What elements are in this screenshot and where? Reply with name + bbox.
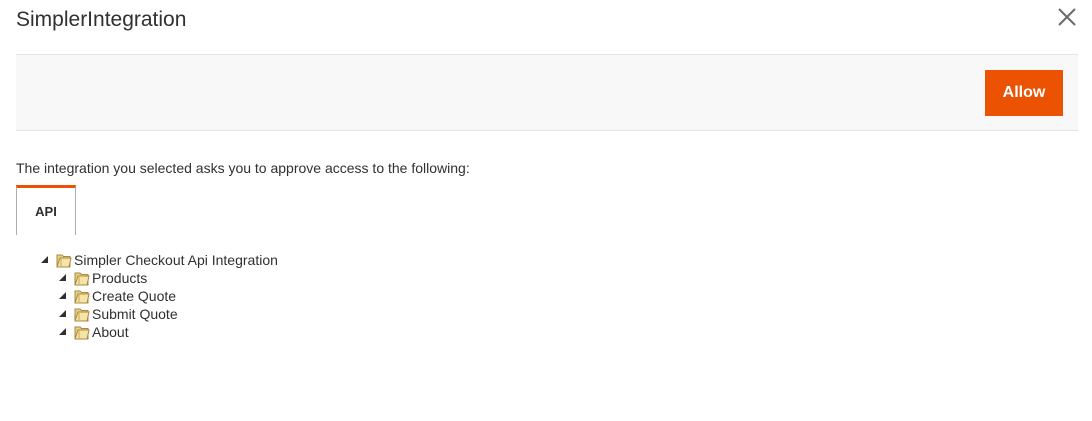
expand-toggle-icon[interactable] [58, 269, 70, 287]
tree-node-about[interactable]: About [58, 323, 278, 341]
tree-node-label: Create Quote [92, 288, 177, 304]
tree-node-products[interactable]: Products [58, 269, 278, 287]
tree-node-create-quote[interactable]: Create Quote [58, 287, 278, 305]
tree-node-label: Simpler Checkout Api Integration [74, 252, 278, 268]
resource-tree: Simpler Checkout Api Integration Product… [40, 251, 278, 341]
tree-node-label: About [92, 324, 129, 340]
folder-icon [74, 305, 91, 323]
tree-node-label: Products [92, 270, 148, 286]
expand-toggle-icon[interactable] [58, 305, 70, 323]
close-icon [1058, 8, 1076, 26]
allow-button[interactable]: Allow [985, 70, 1063, 116]
modal-title: SimplerIntegration [16, 8, 187, 31]
expand-toggle-icon[interactable] [58, 323, 70, 341]
folder-icon [74, 269, 91, 287]
modal-header: SimplerIntegration [0, 0, 1092, 54]
tree-node-submit-quote[interactable]: Submit Quote [58, 305, 278, 323]
tree-node-root[interactable]: Simpler Checkout Api Integration [40, 251, 278, 269]
folder-icon [74, 287, 91, 305]
folder-icon [74, 323, 91, 341]
folder-icon [56, 251, 73, 269]
expand-toggle-icon[interactable] [40, 251, 52, 269]
close-button[interactable] [1054, 4, 1080, 30]
page-actions-bar: Allow [16, 54, 1078, 131]
expand-toggle-icon[interactable] [58, 287, 70, 305]
tab-api[interactable]: API [16, 185, 76, 235]
tree-node-label: Submit Quote [92, 306, 178, 322]
tab-label: API [35, 204, 57, 219]
intro-text: The integration you selected asks you to… [16, 160, 470, 176]
